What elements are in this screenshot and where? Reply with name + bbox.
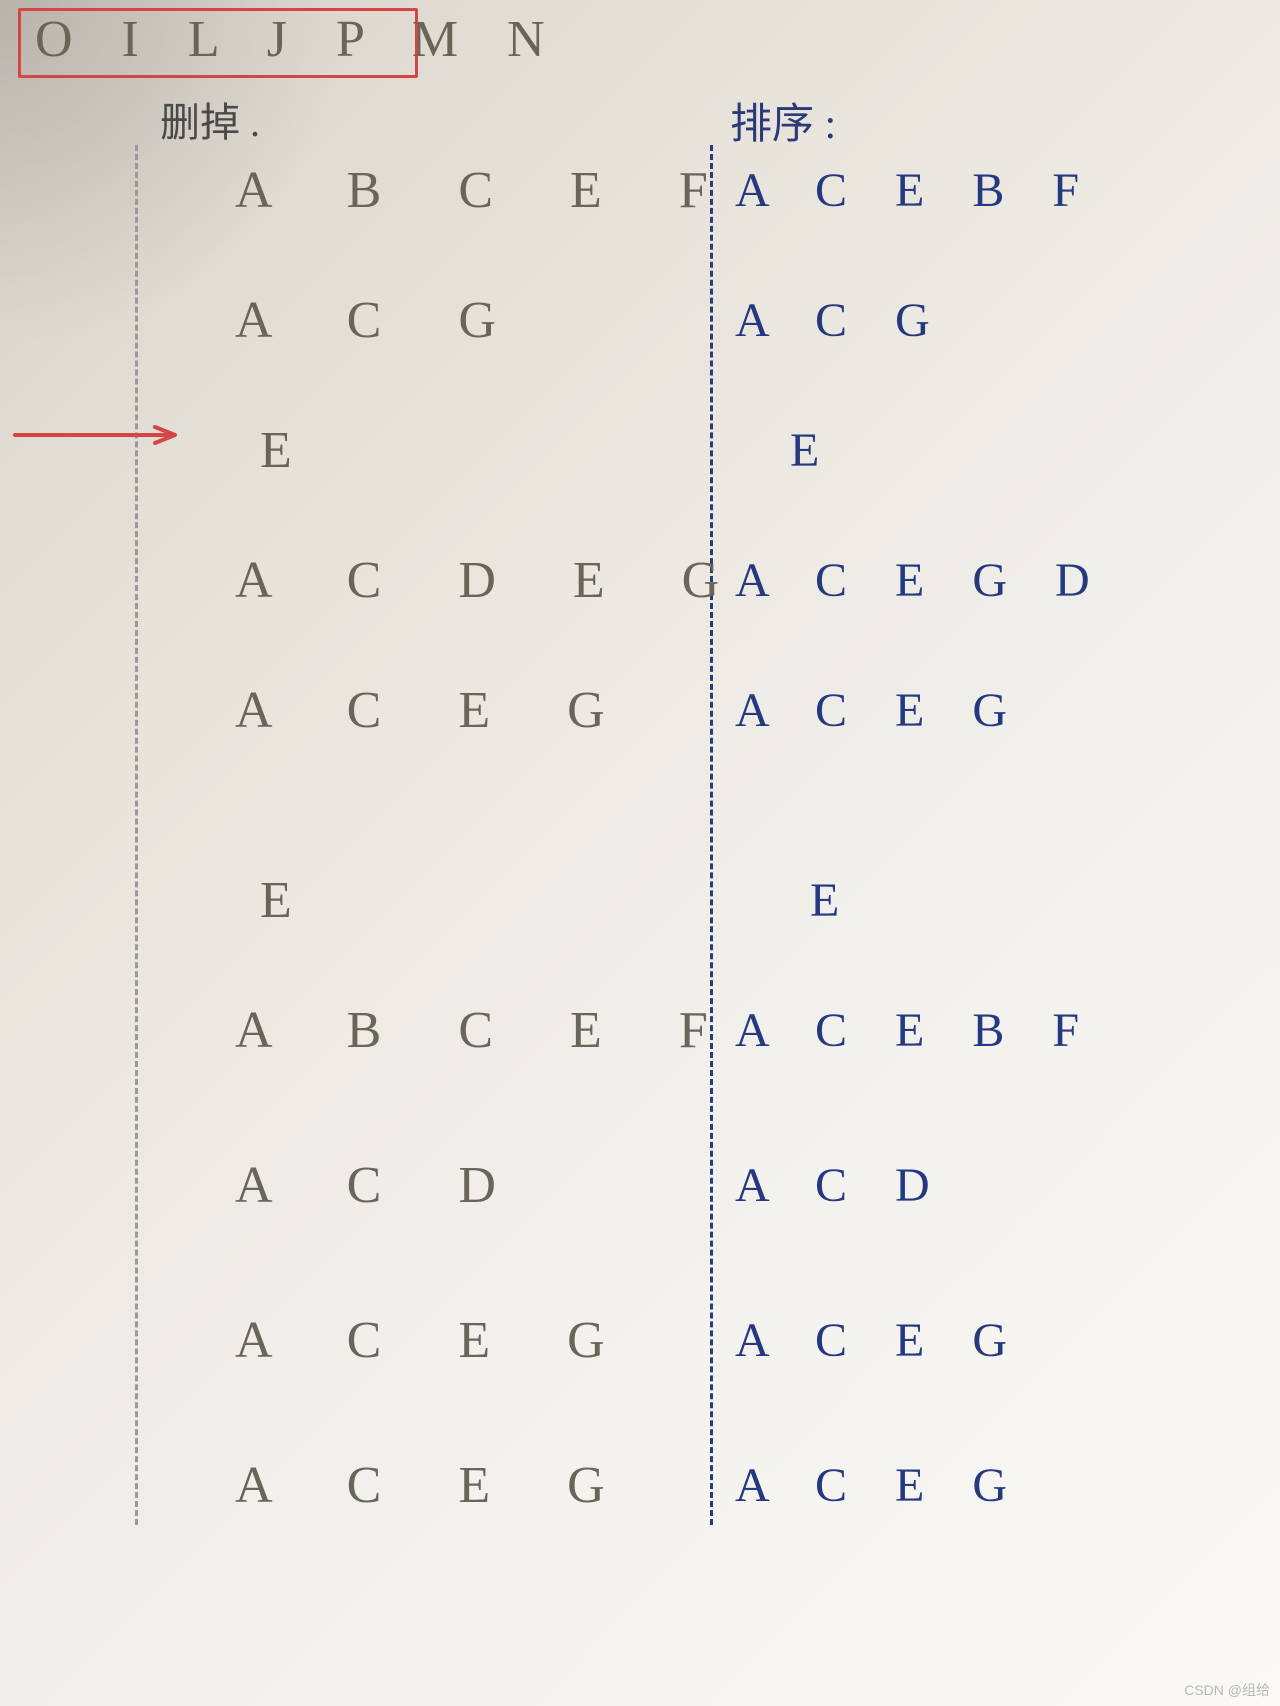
left-row: A C D: [235, 1155, 528, 1215]
left-row: A C E G: [235, 680, 637, 740]
right-row: A C E G D: [735, 550, 1108, 610]
left-row: A C E G: [235, 1310, 637, 1370]
right-row: A C E B F: [735, 160, 1097, 220]
handwritten-note-paper: O I L J P M N 删掉 . 排序 : A B C E F A C E …: [0, 0, 1280, 1706]
arrow-icon: [10, 425, 190, 445]
left-row: E: [260, 420, 324, 480]
right-row: A C E G: [735, 680, 1025, 740]
right-row: A C E G: [735, 1455, 1025, 1515]
left-row: A C D E G: [235, 550, 751, 610]
right-row: A C E B F: [735, 1000, 1097, 1060]
watermark-text: CSDN @组给: [1184, 1680, 1270, 1700]
left-row: A C G: [235, 290, 528, 350]
left-row: A B C E F: [235, 1000, 740, 1060]
right-row: E: [790, 420, 837, 480]
center-dashed-divider: [710, 145, 713, 1525]
left-row: A C E G: [235, 1455, 637, 1515]
boxed-letters: O I L J P M N: [35, 10, 563, 69]
left-dashed-divider: [135, 145, 138, 1525]
right-row: A C E G: [735, 1310, 1025, 1370]
left-row: E: [260, 870, 324, 930]
left-row: A B C E F: [235, 160, 740, 220]
right-row: A C G: [735, 290, 948, 350]
left-column-header: 删掉 .: [160, 90, 260, 148]
right-row: E: [810, 870, 857, 930]
right-column-header: 排序 :: [730, 90, 836, 151]
right-row: A C D: [735, 1155, 948, 1215]
